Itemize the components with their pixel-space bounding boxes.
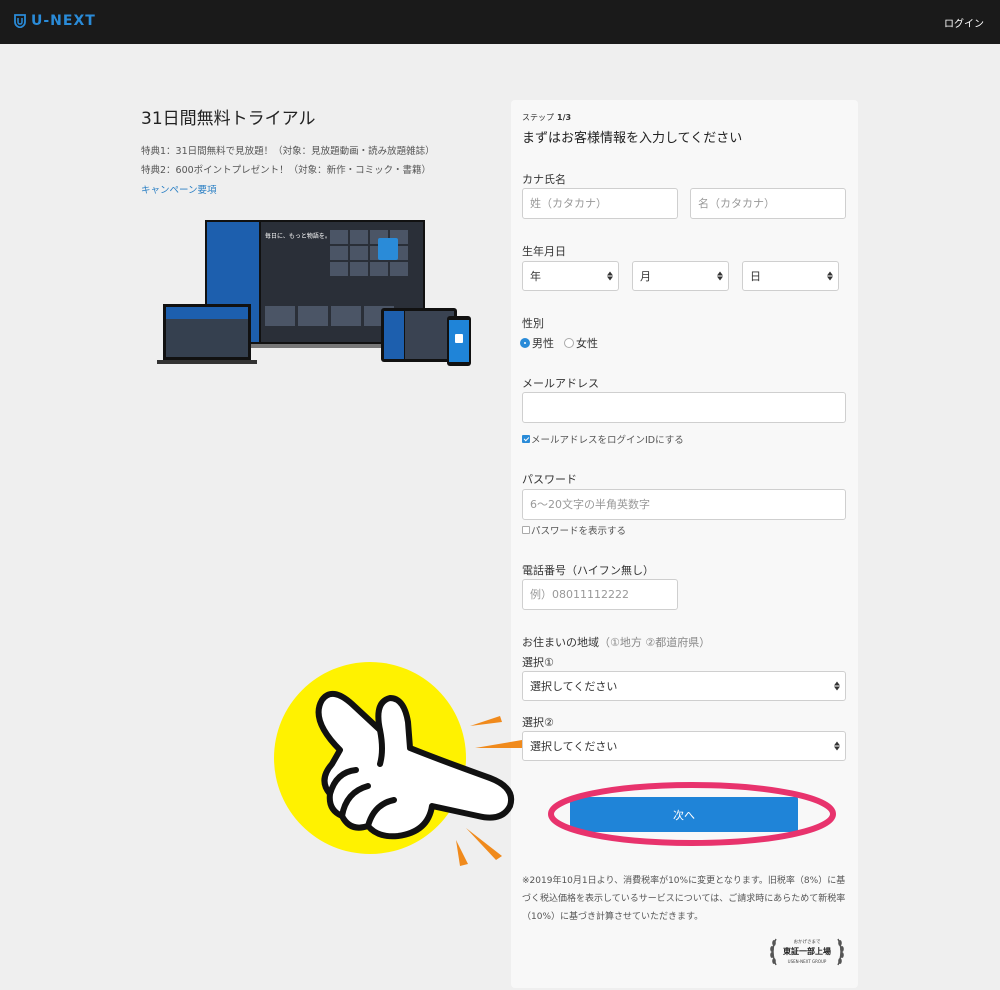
birth-year-select[interactable]: 年 (522, 261, 619, 291)
devices-illustration: 毎日に、もっと物語を。 (157, 220, 471, 366)
updown-arrows-icon (607, 271, 613, 281)
last-name-kana-input[interactable] (522, 188, 678, 219)
email-input[interactable] (522, 392, 846, 423)
birth-day-select[interactable]: 日 (742, 261, 839, 291)
email-label: メールアドレス (522, 377, 599, 390)
brand-name: U-NEXT (31, 13, 96, 29)
phone-label: 電話番号（ハイフン無し） (522, 564, 654, 577)
show-password-label: パスワードを表示する (531, 526, 627, 537)
region-hint: （①地方 ②都道府県） (599, 636, 711, 649)
password-label: パスワード (522, 473, 577, 486)
birth-month-select[interactable]: 月 (632, 261, 729, 291)
male-label: 男性 (532, 337, 554, 350)
female-label: 女性 (576, 337, 598, 350)
updown-arrows-icon (834, 741, 840, 751)
show-password-checkbox[interactable] (522, 526, 530, 534)
region-select-2[interactable]: 選択してください (522, 731, 846, 761)
perk-list: 特典1：31日間無料で見放題！（対象：見放題動画・読み放題雑誌） 特典2：600… (141, 142, 435, 180)
email-as-login-option: メールアドレスをログインIDにする (522, 432, 684, 446)
badge-sub-text: USEN-NEXT GROUP (788, 959, 827, 964)
region-label: お住まいの地域（①地方 ②都道府県） (522, 636, 711, 649)
step-indicator: ステップ 1/3 (522, 113, 572, 122)
tax-notice: ※2019年10月1日より、消費税率が10%に変更となります。旧税率（8%）に基… (522, 876, 846, 922)
tv-headline: 毎日に、もっと物語を。 (265, 232, 331, 240)
tse-listing-badge: おかげさまで 東証一部上場 USEN-NEXT GROUP (770, 938, 844, 966)
password-input[interactable] (522, 489, 846, 520)
email-as-login-label: メールアドレスをログインIDにする (531, 435, 684, 446)
gender-label: 性別 (522, 317, 544, 330)
highlight-ellipse (548, 782, 836, 846)
gender-radio-group: 男性 女性 (520, 335, 598, 351)
updown-arrows-icon (827, 271, 833, 281)
phone-input[interactable] (522, 579, 678, 610)
pointing-hand-illustration (274, 662, 522, 866)
birthdate-label: 生年月日 (522, 245, 566, 258)
login-link[interactable]: ログイン (944, 15, 984, 30)
signup-form-panel (511, 100, 858, 988)
shield-icon (14, 14, 26, 28)
badge-main-text: 東証一部上場 (783, 946, 831, 956)
perk-1: 特典1：31日間無料で見放題！（対象：見放題動画・読み放題雑誌） (141, 146, 435, 157)
top-bar: U-NEXT ログイン (0, 0, 1000, 44)
updown-arrows-icon (717, 271, 723, 281)
perk-2: 特典2：600ポイントプレゼント！（対象：新作・コミック・書籍） (141, 165, 431, 176)
updown-arrows-icon (834, 681, 840, 691)
region-select-1[interactable]: 選択してください (522, 671, 846, 701)
trial-title: 31日間無料トライアル (141, 109, 316, 129)
male-radio[interactable] (520, 338, 530, 348)
female-radio[interactable] (564, 338, 574, 348)
show-password-option: パスワードを表示する (522, 523, 626, 537)
kana-name-label: カナ氏名 (522, 173, 566, 186)
badge-top-text: おかげさまで (794, 938, 821, 945)
campaign-terms-link[interactable]: キャンペーン要項 (141, 182, 217, 196)
email-as-login-checkbox[interactable] (522, 435, 530, 443)
brand-logo[interactable]: U-NEXT (14, 13, 96, 29)
form-heading: まずはお客様情報を入力してください (522, 131, 743, 146)
first-name-kana-input[interactable] (690, 188, 846, 219)
